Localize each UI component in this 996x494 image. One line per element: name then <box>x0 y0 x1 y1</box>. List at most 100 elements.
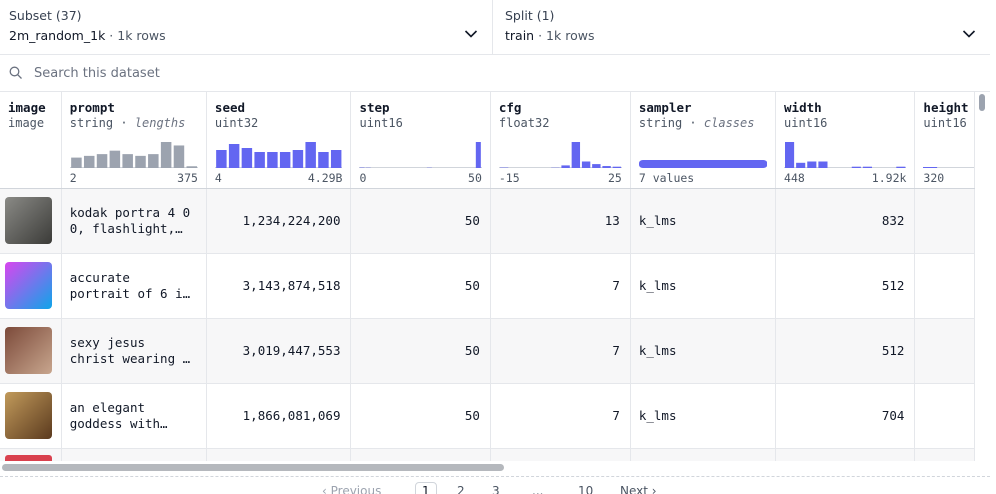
table-row[interactable]: accurate portrait of 6 ix 9 ine with rai… <box>0 253 975 319</box>
cell-prompt[interactable]: accurate portrait of 6 ix 9 ine with rai… <box>61 253 207 319</box>
column-type: uint16 <box>359 116 403 130</box>
cell-sampler[interactable]: k_lms <box>630 188 777 254</box>
column-header-prompt[interactable]: prompt string · lengths 2 375 <box>61 92 207 189</box>
cell-image[interactable] <box>0 188 62 254</box>
cell-seed[interactable]: 3,143,874,518 <box>206 253 352 319</box>
cell-cfg[interactable]: 7 <box>490 383 631 449</box>
page-1-button[interactable]: 1 <box>415 482 437 494</box>
class-bar <box>638 160 768 168</box>
histogram[interactable] <box>69 142 198 168</box>
class-distribution-bar[interactable] <box>638 142 768 168</box>
cell-step[interactable]: 50 <box>350 253 491 319</box>
cell-image[interactable] <box>0 253 62 319</box>
image-thumbnail[interactable] <box>5 454 52 460</box>
prompt-text: sexy jesus christ wearing a robe, painti… <box>69 334 191 366</box>
split-dropdown[interactable]: Split (1) train · 1k rows <box>493 0 990 55</box>
split-rows: 1k rows <box>546 28 595 43</box>
subset-dropdown[interactable]: Subset (37) 2m_random_1k · 1k rows <box>0 0 493 55</box>
cell-height[interactable] <box>914 318 975 384</box>
cell-sampler[interactable]: k_lms <box>630 253 777 319</box>
cell-image[interactable] <box>0 318 62 384</box>
range-min: -15 <box>498 171 520 185</box>
page-3-button[interactable]: 3 <box>492 484 500 494</box>
table-row[interactable]: sexy jesus christ wearing a robe, painti… <box>0 318 975 384</box>
cell-width[interactable]: 512 <box>775 253 916 319</box>
cell-height[interactable] <box>914 383 975 449</box>
chevron-down-icon[interactable] <box>962 29 976 39</box>
column-header-seed[interactable]: seed uint32 4 4.29B <box>206 92 352 189</box>
histogram[interactable] <box>214 142 343 168</box>
cell-cfg[interactable]: 7 <box>490 318 631 384</box>
header-row: image image prompt string · lengths 2 375… <box>0 92 975 189</box>
cell-seed[interactable]: 1,234,224,200 <box>206 188 352 254</box>
histogram-bar <box>70 157 82 168</box>
image-thumbnail[interactable] <box>5 326 52 374</box>
range-max: 375 <box>177 171 198 185</box>
scrollbar-thumb[interactable] <box>2 464 504 471</box>
cell-prompt[interactable]: sexy jesus christ wearing a robe, painti… <box>61 318 207 384</box>
page-10-button[interactable]: 10 <box>578 484 593 494</box>
cell-height[interactable] <box>914 253 975 319</box>
cell-seed[interactable]: 3,019,447,553 <box>206 318 352 384</box>
cell-sampler[interactable]: k_lms <box>630 318 777 384</box>
subset-rows: 1k rows <box>117 28 166 43</box>
search-input[interactable] <box>34 65 834 81</box>
horizontal-scrollbar[interactable] <box>0 461 990 474</box>
histogram-bar <box>292 150 304 168</box>
vertical-scrollbar[interactable] <box>975 92 990 461</box>
column-type: string · lengths <box>69 116 186 130</box>
cell-width[interactable]: 512 <box>775 318 916 384</box>
histogram-bar <box>818 161 828 168</box>
previous-label: Previous <box>330 484 382 494</box>
histogram[interactable] <box>498 142 622 168</box>
scrollbar-thumb[interactable] <box>979 94 985 111</box>
previous-page-button[interactable]: ‹ Previous <box>322 484 381 494</box>
cell-width[interactable]: 704 <box>775 383 916 449</box>
cell-prompt[interactable]: kodak portra 4 0 0, flashlight, photogra… <box>61 188 207 254</box>
table-row[interactable]: kodak portra 4 0 0, flashlight, photogra… <box>0 188 975 254</box>
cell-image[interactable] <box>0 448 62 461</box>
subset-name: 2m_random_1k <box>9 28 106 43</box>
column-header-sampler[interactable]: sampler string · classes 7 values <box>630 92 777 189</box>
histogram-bar <box>612 166 621 168</box>
cell-step[interactable]: 50 <box>350 383 491 449</box>
table-row[interactable] <box>0 448 975 461</box>
value-range: 4 4.29B <box>215 171 343 185</box>
image-thumbnail[interactable] <box>5 196 52 244</box>
histogram[interactable] <box>784 142 907 168</box>
cell-width[interactable]: 832 <box>775 188 916 254</box>
next-page-button[interactable]: Next › <box>620 484 657 494</box>
value-range: 7 values <box>639 171 767 185</box>
page-2-button[interactable]: 2 <box>457 484 465 494</box>
histogram-bar <box>186 166 197 168</box>
chevron-down-icon[interactable] <box>464 29 478 39</box>
image-thumbnail[interactable] <box>5 391 52 439</box>
cell-seed[interactable]: 1,866,081,069 <box>206 383 352 449</box>
histogram-bar <box>785 142 795 168</box>
cell-height[interactable] <box>914 188 975 254</box>
column-header-width[interactable]: width uint16 448 1.92k <box>775 92 916 189</box>
table-row[interactable]: an elegant goddess with luminous hair 1,8… <box>0 383 975 449</box>
cell-prompt[interactable]: an elegant goddess with luminous hair <box>61 383 207 449</box>
cell-step[interactable]: 50 <box>350 318 491 384</box>
cell-cfg[interactable]: 13 <box>490 188 631 254</box>
column-header-image[interactable]: image image <box>0 92 62 189</box>
image-thumbnail[interactable] <box>5 261 52 309</box>
histogram[interactable] <box>359 142 482 168</box>
column-header-cfg[interactable]: cfg float32 -15 25 <box>490 92 631 189</box>
value-range: -15 25 <box>499 171 622 185</box>
cell-sampler[interactable]: k_lms <box>630 383 777 449</box>
column-header-height[interactable]: height uint16 320 <box>914 92 975 189</box>
histogram[interactable] <box>923 142 974 168</box>
column-name: width <box>784 100 822 115</box>
histogram-bar <box>160 142 172 168</box>
cell-step[interactable]: 50 <box>350 188 491 254</box>
cell-image[interactable] <box>0 383 62 449</box>
column-name: step <box>359 100 390 115</box>
histogram-bar <box>571 142 580 168</box>
split-label: Split (1) <box>505 8 555 23</box>
data-table: image image prompt string · lengths 2 375… <box>0 92 975 461</box>
column-header-step[interactable]: step uint16 0 50 <box>350 92 491 189</box>
range-max: 4.29B <box>307 171 343 185</box>
cell-cfg[interactable]: 7 <box>490 253 631 319</box>
